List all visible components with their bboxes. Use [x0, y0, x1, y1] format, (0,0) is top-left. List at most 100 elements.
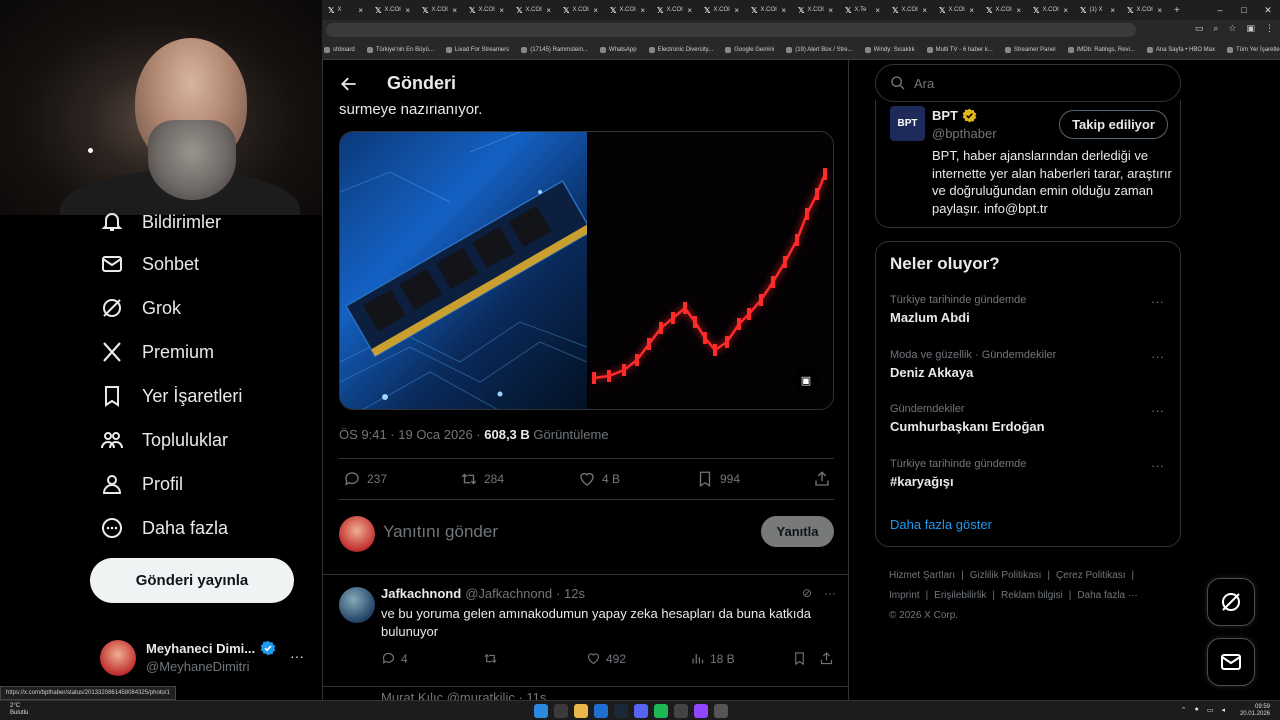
reply-time[interactable]: · 12s [556, 586, 585, 601]
close-icon[interactable]: × [969, 6, 974, 15]
repost-action[interactable]: 284 [460, 470, 504, 488]
profile-name[interactable]: BPT [932, 108, 958, 123]
bookmark-item[interactable]: Streamer Panel [1004, 46, 1056, 53]
tweet-timestamp[interactable]: ÖS 9:41 · 19 Oca 2026 · [339, 427, 484, 442]
app-icon[interactable] [674, 704, 688, 718]
grok-icon[interactable]: ⊘ [802, 586, 812, 600]
close-icon[interactable]: × [1110, 6, 1115, 15]
browser-tab[interactable]: 𝕏 X.COI × [416, 0, 463, 20]
url-field[interactable] [326, 23, 1136, 37]
close-icon[interactable]: × [546, 6, 551, 15]
maximize-icon[interactable]: □ [1232, 5, 1256, 15]
menu-icon[interactable]: ⋮ [1265, 23, 1274, 34]
close-icon[interactable]: × [781, 6, 786, 15]
bookmark-item[interactable]: Google Gemini [725, 46, 774, 53]
nav-item-0[interactable]: Bildirimler [100, 204, 221, 240]
bookmark-item[interactable]: (19) Alert Box / Stre... [786, 46, 853, 53]
more-dots-icon[interactable]: ··· [1151, 458, 1164, 473]
chrome-icon[interactable] [554, 704, 568, 718]
close-window-icon[interactable]: ✕ [1256, 5, 1280, 16]
browser-tab[interactable]: 𝕏 X.COI × [792, 0, 839, 20]
following-button[interactable]: Takip ediliyor [1059, 110, 1168, 139]
nav-item-2[interactable]: Grok [100, 290, 181, 326]
mic-icon[interactable]: ● [1195, 706, 1199, 714]
browser-tab[interactable]: 𝕏 X.COI × [1121, 0, 1168, 20]
bookmark-item[interactable]: Multi TV - 6 haber k... [926, 46, 993, 53]
twitch-icon[interactable] [694, 704, 708, 718]
star-icon[interactable]: ☆ [1228, 23, 1236, 34]
browser-tab[interactable]: 𝕏 X.COI × [980, 0, 1027, 20]
bpt-logo[interactable]: BPT [890, 106, 925, 141]
browser-tab[interactable]: 𝕏 X.COI × [886, 0, 933, 20]
bookmark-item[interactable]: IMDb: Ratings, Revi... [1067, 46, 1135, 53]
browser-tab[interactable]: 𝕏 X.COI × [604, 0, 651, 20]
bookmark-item[interactable]: Electronic Diversity... [648, 46, 713, 53]
discord-icon[interactable] [634, 704, 648, 718]
reply-tweet[interactable]: Jafkachnond @Jafkachnond · 12s ⊘ ··· ve … [323, 575, 848, 687]
app-icon[interactable] [714, 704, 728, 718]
browser-tab[interactable]: 𝕏 X.Te × [839, 0, 886, 20]
post-button[interactable]: Gönderi yayınla [90, 558, 294, 603]
nav-item-4[interactable]: Yer İşaretleri [100, 378, 242, 414]
close-icon[interactable]: × [593, 6, 598, 15]
search-input[interactable]: Ara [875, 64, 1181, 102]
close-icon[interactable]: × [358, 6, 363, 15]
reply-repost-action[interactable] [483, 651, 498, 666]
browser-tab[interactable]: 𝕏 X.COI × [933, 0, 980, 20]
trend-item[interactable]: Türkiye tarihinde gündemde Mazlum Abdi ·… [890, 294, 1170, 325]
reply-author-name[interactable]: Jafkachnond [381, 586, 461, 601]
spotify-icon[interactable] [654, 704, 668, 718]
bookmark-item[interactable]: Livad For Streamers [445, 46, 509, 53]
footer-link[interactable]: Reklam bilgisi [1001, 590, 1063, 601]
nav-item-5[interactable]: Topluluklar [100, 422, 228, 458]
close-icon[interactable]: × [687, 6, 692, 15]
footer-link[interactable]: Hizmet Şartları [889, 570, 955, 581]
new-tab-button[interactable]: + [1168, 0, 1188, 20]
bookmark-action[interactable]: 994 [696, 470, 740, 488]
close-icon[interactable]: × [405, 6, 410, 15]
nav-item-1[interactable]: Sohbet [100, 246, 199, 282]
account-switcher[interactable]: Meyhaneci Dimi... @MeyhaneDimitri ··· [100, 636, 310, 676]
reply-reply-action[interactable]: 4 [381, 651, 408, 666]
close-icon[interactable]: × [1016, 6, 1021, 15]
browser-tab[interactable]: 𝕏 X.COI × [557, 0, 604, 20]
messages-fab[interactable] [1207, 638, 1255, 686]
footer-link[interactable]: Imprint [889, 590, 920, 601]
reply-input[interactable]: Yanıtını gönder [383, 522, 498, 542]
browser-tab[interactable]: 𝕏 X.COI × [463, 0, 510, 20]
price-chart-image[interactable] [589, 132, 833, 409]
zoom-icon[interactable]: ⌕ [1213, 23, 1218, 34]
reply-author-handle[interactable]: @Jafkachnond [465, 586, 552, 601]
avatar[interactable] [339, 587, 375, 623]
cast-icon[interactable]: ▭ [1195, 23, 1204, 34]
nav-item-3[interactable]: Premium [100, 334, 214, 370]
profile-handle[interactable]: @bpthaber [932, 126, 997, 141]
footer-link[interactable]: Çerez Politikası [1056, 570, 1125, 581]
more-dots-icon[interactable]: ··· [1151, 349, 1164, 364]
reply-like-action[interactable]: 492 [586, 651, 626, 666]
app-icon[interactable] [594, 704, 608, 718]
alt-image-icon[interactable]: ▣ [793, 367, 819, 393]
extensions-icon[interactable]: ▣ [1246, 23, 1255, 34]
close-icon[interactable]: × [452, 6, 457, 15]
footer-link[interactable]: Gizlilik Politikası [970, 570, 1042, 581]
clock[interactable]: 09:59 20.01.2026 [1240, 704, 1270, 718]
back-arrow-icon[interactable] [339, 74, 359, 94]
close-icon[interactable]: × [828, 6, 833, 15]
footer-link[interactable]: Erişilebilirlik [934, 590, 986, 601]
close-icon[interactable]: × [640, 6, 645, 15]
close-icon[interactable]: × [1157, 6, 1162, 15]
ram-image[interactable] [340, 132, 593, 409]
browser-tab[interactable]: 𝕏 X.COI × [1027, 0, 1074, 20]
close-icon[interactable]: × [875, 6, 880, 15]
footer-link[interactable]: Daha fazla ··· [1077, 590, 1138, 601]
bookmark-item[interactable]: Windy: Sıcaklık [864, 46, 915, 53]
bookmark-item[interactable]: (17145) Rammstein... [521, 46, 588, 53]
browser-tab[interactable]: 𝕏 X × [322, 0, 369, 20]
trend-item[interactable]: Türkiye tarihinde gündemde #karyağışı ··… [890, 458, 1170, 489]
nav-item-7[interactable]: Daha fazla [100, 510, 228, 546]
reply-bookmark-action[interactable] [792, 651, 807, 666]
chevron-up-icon[interactable]: ⌃ [1181, 706, 1187, 714]
bookmark-item[interactable]: Tüm Yer İşaretleri [1227, 46, 1280, 53]
browser-tab[interactable]: 𝕏 (1) X × [1074, 0, 1121, 20]
